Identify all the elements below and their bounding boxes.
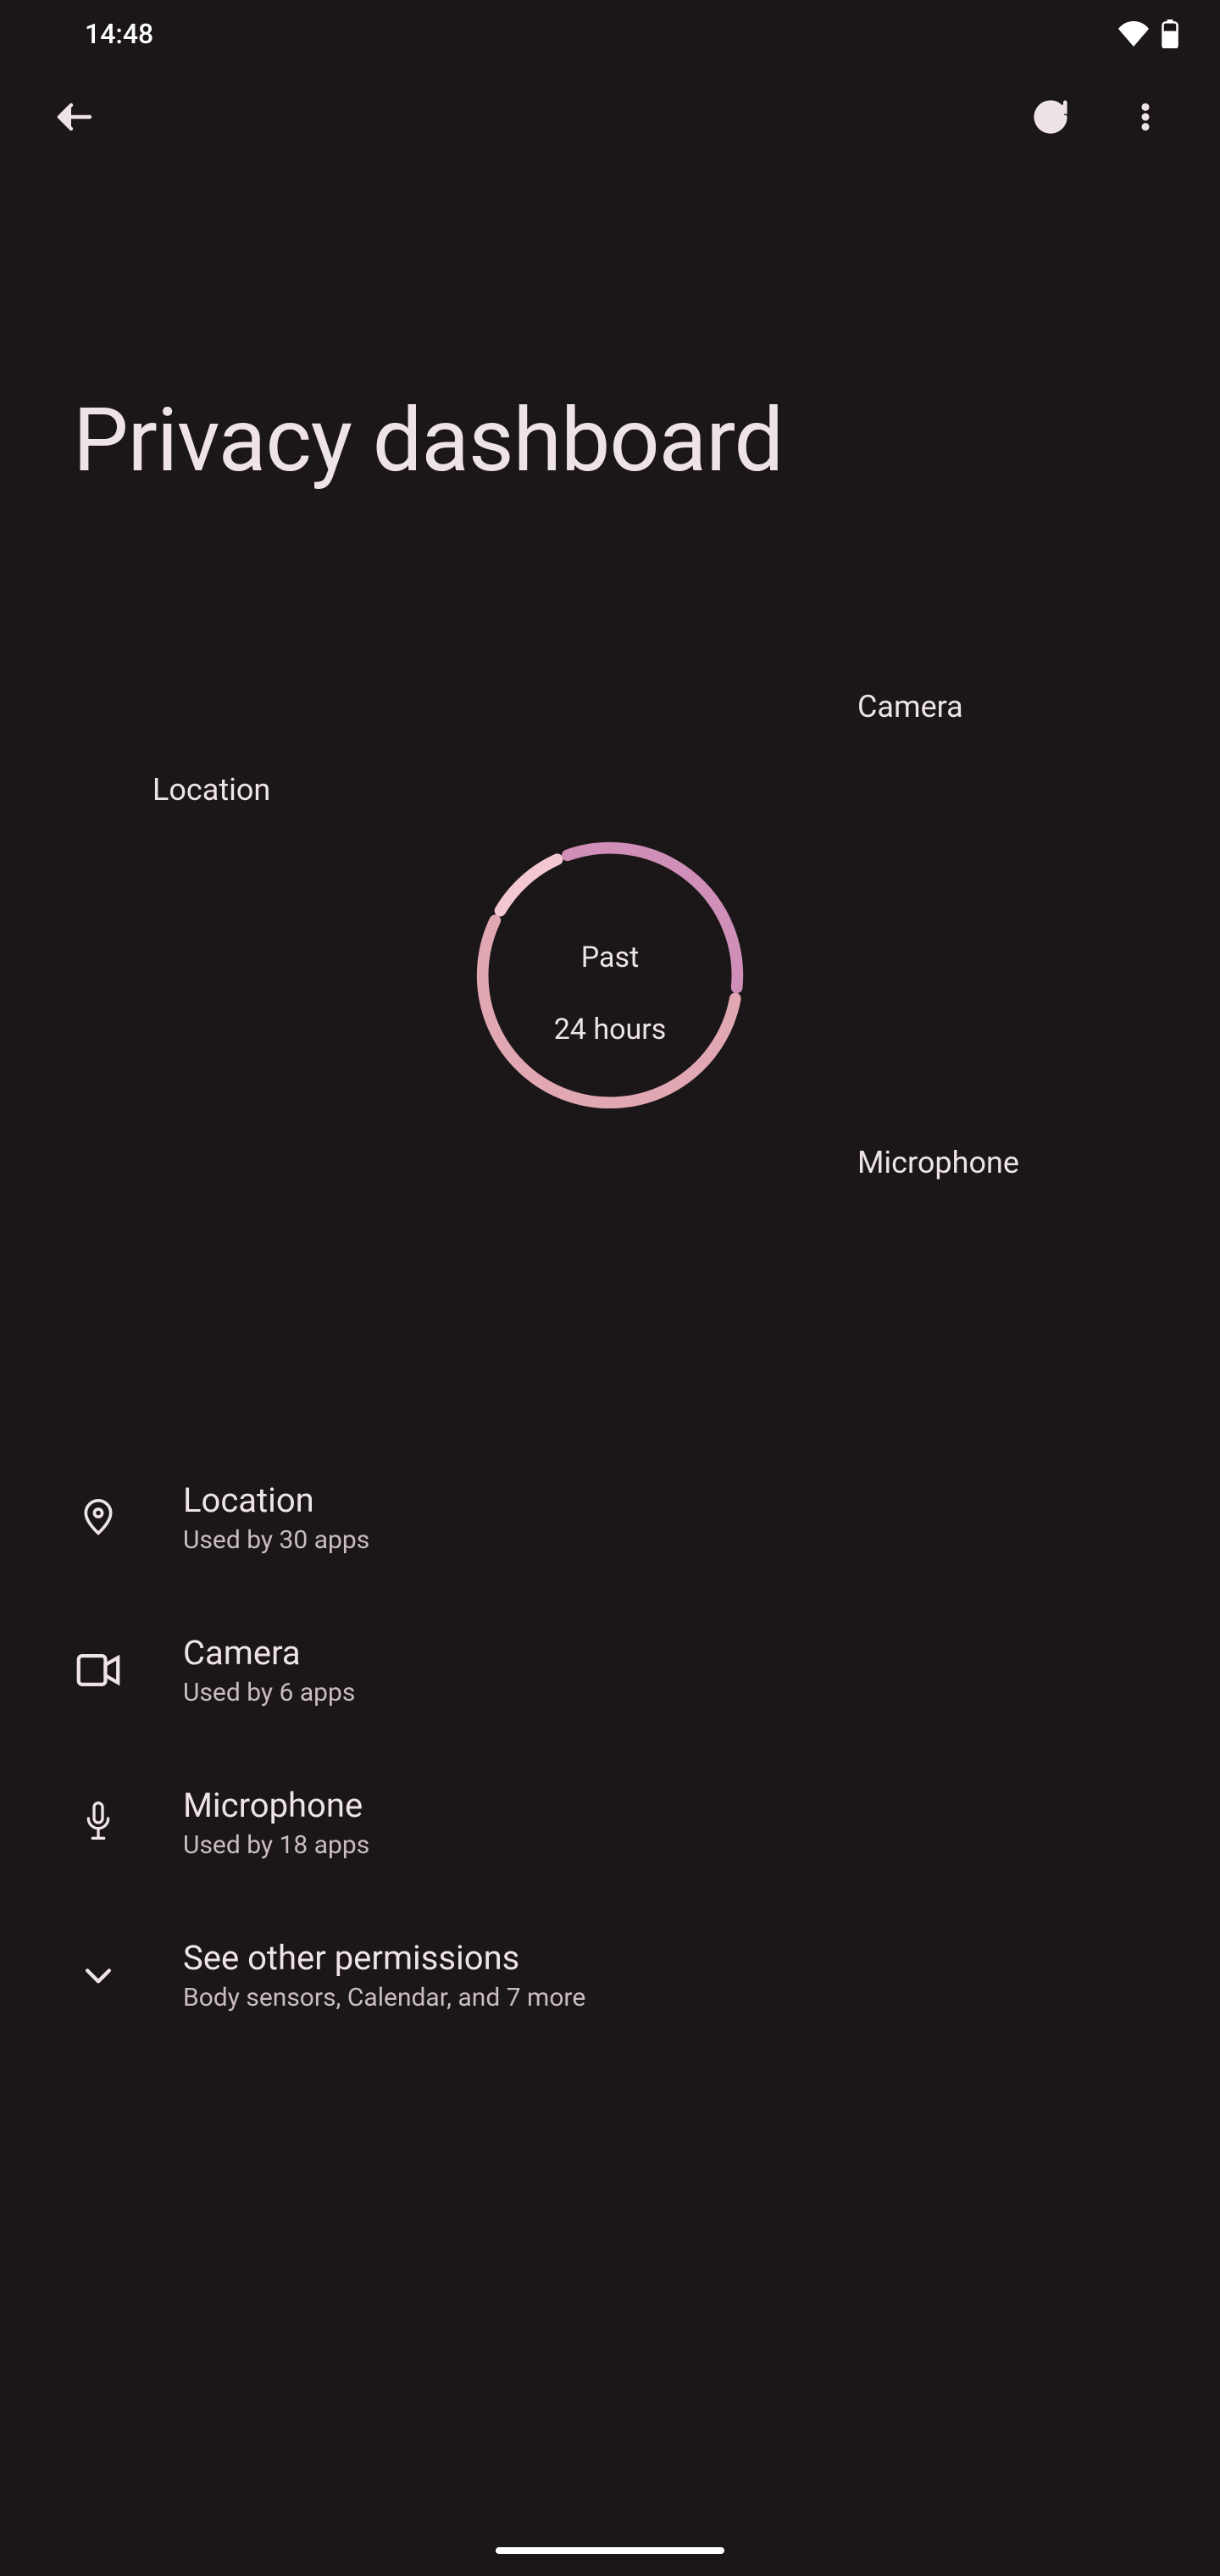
back-button[interactable] [37,81,112,156]
donut-label-camera: Camera [857,689,963,724]
permission-row-camera[interactable]: Camera Used by 6 apps [0,1594,1220,1746]
chevron-down-icon [75,1951,122,1999]
permission-title: Location [183,1480,369,1520]
status-bar: 14:48 [0,0,1220,68]
donut-center-line1: Past [581,941,639,974]
more-vert-icon [1128,100,1162,137]
microphone-icon [75,1799,122,1846]
refresh-icon [1031,97,1070,140]
app-bar [0,68,1220,169]
wifi-icon [1118,21,1149,47]
overflow-menu-button[interactable] [1108,81,1183,156]
status-time: 14:48 [85,18,153,50]
permission-title: See other permissions [183,1938,585,1978]
page-title: Privacy dashboard [0,169,1220,492]
usage-donut-chart: Past 24 hours Location Camera Microphone [0,662,1220,1289]
donut-center-line2: 24 hours [554,1013,667,1046]
donut-center-label: Past 24 hours [554,903,667,1047]
permissions-list: Location Used by 30 apps Camera Used by … [0,1441,1220,2051]
battery-icon [1161,19,1179,48]
permission-subtitle: Used by 6 apps [183,1678,355,1707]
camera-icon [75,1646,122,1694]
permission-row-location[interactable]: Location Used by 30 apps [0,1441,1220,1594]
arrow-left-icon [54,97,95,141]
permission-title: Camera [183,1633,355,1673]
permission-row-microphone[interactable]: Microphone Used by 18 apps [0,1746,1220,1899]
permission-subtitle: Body sensors, Calendar, and 7 more [183,1983,585,2012]
permission-row-other[interactable]: See other permissions Body sensors, Cale… [0,1899,1220,2051]
donut-label-location: Location [152,772,270,808]
donut-label-microphone: Microphone [857,1145,1019,1180]
permission-subtitle: Used by 30 apps [183,1525,369,1555]
location-pin-icon [75,1494,122,1541]
permission-subtitle: Used by 18 apps [183,1830,369,1860]
refresh-button[interactable] [1013,81,1088,156]
status-icons [1118,19,1179,48]
navigation-pill[interactable] [496,2547,724,2554]
permission-title: Microphone [183,1785,369,1825]
